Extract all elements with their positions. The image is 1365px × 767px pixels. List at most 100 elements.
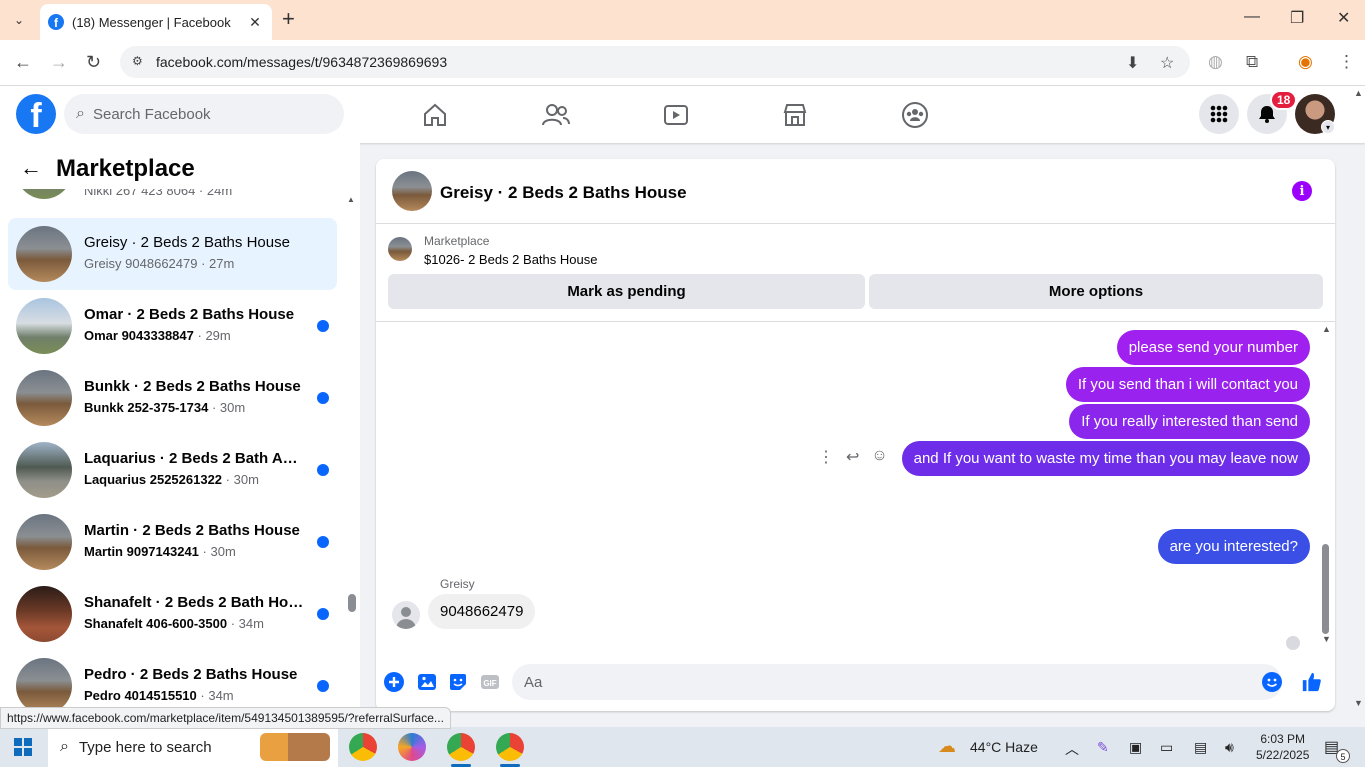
- clock-time: 6:03 PM: [1260, 732, 1306, 746]
- forward-icon[interactable]: →: [50, 52, 68, 73]
- page-scrollbar[interactable]: ▲ ▼: [1352, 86, 1365, 713]
- sidebar-scrollbar[interactable]: ▲: [347, 189, 357, 709]
- home-icon[interactable]: [418, 98, 452, 132]
- conversation-title[interactable]: Greisy · 2 Beds 2 Baths House: [440, 183, 687, 203]
- webcam-icon[interactable]: ▣: [1129, 739, 1142, 756]
- conversation-bunkk[interactable]: Bunkk · 2 Beds 2 Baths House Bunkk 252-3…: [8, 362, 337, 434]
- conversation-shanafelt[interactable]: Shanafelt · 2 Beds 2 Bath House Shanafel…: [8, 578, 337, 650]
- network-icon[interactable]: ▤: [1194, 739, 1207, 756]
- profile-icon[interactable]: ◉: [1298, 52, 1313, 72]
- marketplace-icon[interactable]: [778, 98, 812, 132]
- listing-thumbnail[interactable]: [392, 171, 432, 211]
- menu-icon[interactable]: ⋮: [1338, 52, 1355, 72]
- new-tab-icon[interactable]: +: [282, 8, 295, 30]
- search-icon: ⌕: [76, 105, 85, 122]
- omnibox[interactable]: ⚙ facebook.com/messages/t/96348723698696…: [120, 46, 1190, 78]
- groups-icon[interactable]: [898, 98, 932, 132]
- chevron-down-icon[interactable]: ▾: [1321, 120, 1335, 134]
- taskbar-search-placeholder: Type here to search: [78, 738, 212, 756]
- copilot-icon[interactable]: [398, 733, 426, 761]
- listing-thumbnail: [16, 586, 72, 642]
- outgoing-message[interactable]: and If you want to waste my time than yo…: [901, 441, 1310, 476]
- facebook-search[interactable]: ⌕: [64, 94, 344, 134]
- message-input-field[interactable]: [512, 664, 1282, 700]
- taskbar-clock[interactable]: 6:03 PM 5/22/2025: [1256, 731, 1309, 763]
- outgoing-message[interactable]: If you send than i will contact you: [1065, 367, 1310, 402]
- reply-icon[interactable]: ↩: [846, 447, 859, 467]
- conversation-martin[interactable]: Martin · 2 Beds 2 Baths House Martin 909…: [8, 506, 337, 578]
- pen-icon[interactable]: ✎: [1097, 739, 1109, 756]
- browser-tab[interactable]: f (18) Messenger | Facebook ✕: [40, 4, 272, 40]
- conversation-panel: Greisy · 2 Beds 2 Baths House i Marketpl…: [376, 159, 1335, 711]
- scroll-down-icon[interactable]: ▼: [1354, 698, 1363, 708]
- thread-scrollbar[interactable]: ▲ ▼: [1320, 322, 1332, 652]
- scroll-up-icon[interactable]: ▲: [1322, 324, 1331, 334]
- facebook-search-input[interactable]: [92, 105, 313, 123]
- plus-icon[interactable]: [383, 671, 405, 693]
- chrome-profile-icon[interactable]: [496, 733, 524, 767]
- back-arrow-icon[interactable]: ←: [20, 155, 42, 181]
- install-app-icon[interactable]: ⬇: [1126, 53, 1139, 73]
- restore-icon[interactable]: ❐: [1290, 8, 1304, 28]
- mark-as-pending-button[interactable]: Mark as pending: [388, 274, 865, 309]
- react-emoji-icon[interactable]: ☺: [871, 447, 887, 467]
- close-window-icon[interactable]: ✕: [1337, 8, 1350, 28]
- sticker-icon[interactable]: [447, 671, 469, 693]
- scroll-up-icon[interactable]: ▲: [347, 195, 355, 204]
- show-hidden-icons-icon[interactable]: ︿: [1065, 739, 1079, 759]
- scroll-up-icon[interactable]: ▲: [1354, 88, 1363, 98]
- search-highlight-image[interactable]: [260, 733, 330, 761]
- reload-icon[interactable]: ↻: [86, 52, 101, 73]
- facebook-logo-icon[interactable]: f: [16, 94, 56, 134]
- tab-search-chevron-icon[interactable]: ⌄: [6, 7, 32, 33]
- listing-title[interactable]: $1026- 2 Beds 2 Baths House: [424, 252, 597, 267]
- message-input[interactable]: [524, 673, 1224, 691]
- conversation-omar[interactable]: Omar · 2 Beds 2 Baths House Omar 9043338…: [8, 290, 337, 362]
- minimize-icon[interactable]: —: [1244, 8, 1260, 26]
- message-thread: please send your number If you send than…: [376, 322, 1335, 652]
- back-icon[interactable]: ←: [14, 52, 32, 73]
- video-icon[interactable]: [659, 98, 693, 132]
- incoming-message[interactable]: 9048662479: [428, 594, 536, 629]
- chrome-icon[interactable]: [349, 733, 377, 761]
- conversation-name: Greisy · 2 Beds 2 Baths House: [84, 234, 290, 251]
- extensions-icon[interactable]: ⧉: [1246, 52, 1258, 72]
- sender-avatar[interactable]: [392, 601, 420, 629]
- outgoing-message[interactable]: please send your number: [1116, 330, 1310, 365]
- marketplace-listing-bar: Marketplace $1026- 2 Beds 2 Baths House …: [376, 224, 1335, 322]
- site-info-icon[interactable]: ⚙: [132, 54, 148, 70]
- info-icon[interactable]: i: [1292, 181, 1312, 201]
- volume-icon[interactable]: 🔊︎: [1225, 739, 1234, 756]
- battery-icon[interactable]: ▭: [1160, 739, 1173, 756]
- unread-dot: [317, 320, 329, 332]
- conversation-preview: Martin 9097143241 · 30m: [84, 544, 236, 559]
- bookmark-star-icon[interactable]: ☆: [1160, 53, 1174, 73]
- weather-icon[interactable]: ☁: [938, 736, 956, 757]
- scrollbar-thumb[interactable]: [348, 594, 356, 612]
- url-text[interactable]: facebook.com/messages/t/9634872369869693: [156, 54, 447, 70]
- conversation-greisy[interactable]: Greisy · 2 Beds 2 Baths House Greisy 904…: [8, 218, 337, 290]
- more-options-button[interactable]: More options: [869, 274, 1323, 309]
- photo-icon[interactable]: [416, 671, 438, 693]
- translate-icon[interactable]: ◍: [1208, 52, 1223, 72]
- windows-start-icon[interactable]: [14, 738, 32, 756]
- gif-icon[interactable]: GIF: [479, 671, 501, 693]
- friends-icon[interactable]: [539, 98, 573, 132]
- thumbs-up-icon[interactable]: [1301, 671, 1323, 693]
- scroll-down-icon[interactable]: ▼: [1322, 634, 1331, 644]
- outgoing-message[interactable]: If you really interested than send: [1069, 404, 1310, 439]
- browser-tab-bar: ⌄ f (18) Messenger | Facebook ✕ + — ❐ ✕: [0, 0, 1365, 40]
- menu-grid-icon[interactable]: [1199, 94, 1239, 134]
- listing-thumbnail: [16, 658, 72, 713]
- conversation-pedro[interactable]: Pedro · 2 Beds 2 Baths House Pedro 40145…: [8, 650, 337, 713]
- outgoing-message[interactable]: are you interested?: [1157, 529, 1310, 564]
- conversation-laquarius[interactable]: Laquarius · 2 Beds 2 Bath Apar... Laquar…: [8, 434, 337, 506]
- weather-text[interactable]: 44°C Haze: [970, 739, 1038, 755]
- emoji-icon[interactable]: [1261, 671, 1283, 693]
- listing-thumbnail[interactable]: [388, 237, 412, 261]
- chrome-profile-icon[interactable]: [447, 733, 475, 767]
- more-options-icon[interactable]: ⋮: [818, 447, 834, 467]
- conversation-preview: Omar 9043338847 · 29m: [84, 328, 231, 343]
- close-tab-icon[interactable]: ✕: [246, 14, 264, 31]
- scrollbar-thumb[interactable]: [1322, 544, 1329, 634]
